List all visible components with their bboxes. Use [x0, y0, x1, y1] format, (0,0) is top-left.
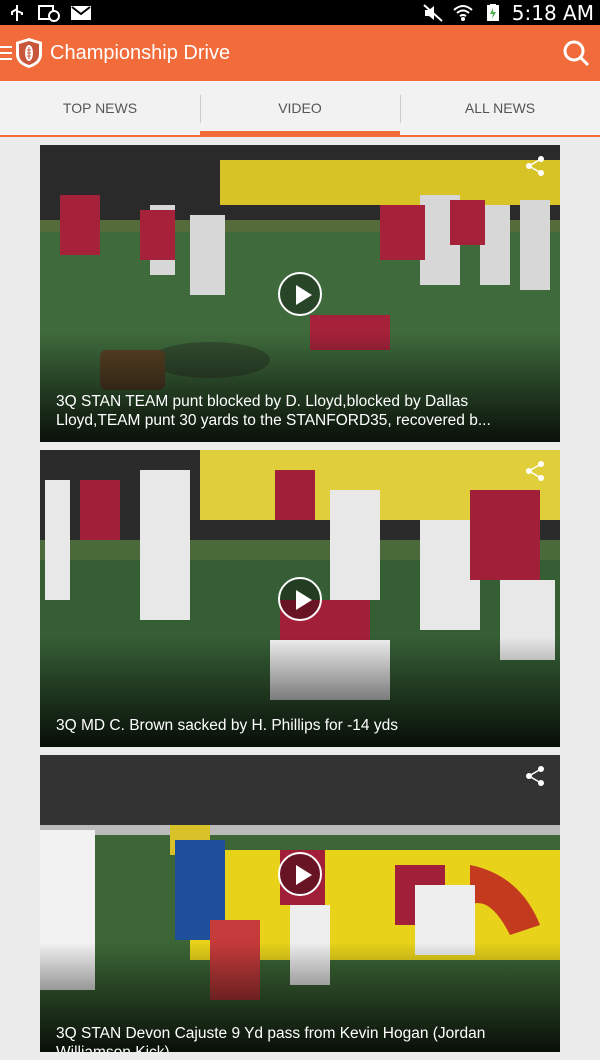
- video-caption: 3Q STAN TEAM punt blocked by D. Lloyd,bl…: [56, 393, 491, 429]
- tab-label: VIDEO: [278, 100, 322, 116]
- tab-label: ALL NEWS: [464, 100, 536, 116]
- tab-top-news[interactable]: TOP NEWS: [0, 81, 200, 135]
- mute-icon: [423, 3, 443, 22]
- app-logo-icon[interactable]: [14, 37, 44, 69]
- app-title: Championship Drive: [50, 41, 231, 64]
- battery-icon: [486, 3, 499, 21]
- share-icon[interactable]: [524, 155, 546, 177]
- play-icon[interactable]: [278, 271, 322, 316]
- tab-video[interactable]: VIDEO: [200, 81, 400, 137]
- video-feed: 3Q STAN TEAM punt blocked by D. Lloyd,bl…: [40, 145, 560, 1060]
- video-card[interactable]: 3Q STAN Devon Cajuste 9 Yd pass from Kev…: [40, 755, 560, 1052]
- status-bar: 5:18 AM: [0, 0, 600, 25]
- usb-icon: [11, 4, 23, 21]
- screen-timer-icon: [38, 4, 60, 22]
- tab-bar: TOP NEWS VIDEO ALL NEWS: [0, 81, 600, 137]
- video-caption: 3Q STAN Devon Cajuste 9 Yd pass from Kev…: [56, 1025, 486, 1052]
- video-card[interactable]: 3Q STAN TEAM punt blocked by D. Lloyd,bl…: [40, 145, 560, 442]
- tab-label: TOP NEWS: [62, 100, 138, 116]
- status-time: 5:18 AM: [511, 0, 594, 25]
- gmail-icon: [71, 5, 91, 20]
- share-icon[interactable]: [524, 765, 546, 787]
- video-caption: 3Q MD C. Brown sacked by H. Phillips for…: [56, 717, 398, 734]
- share-icon[interactable]: [524, 460, 546, 482]
- menu-icon[interactable]: [0, 46, 12, 60]
- play-icon[interactable]: [278, 576, 322, 621]
- play-icon[interactable]: [278, 851, 322, 896]
- video-card[interactable]: 3Q MD C. Brown sacked by H. Phillips for…: [40, 450, 560, 747]
- tab-all-news[interactable]: ALL NEWS: [400, 81, 600, 135]
- app-bar: Championship Drive: [0, 25, 600, 81]
- wifi-icon: [453, 4, 473, 21]
- search-icon[interactable]: [562, 39, 590, 67]
